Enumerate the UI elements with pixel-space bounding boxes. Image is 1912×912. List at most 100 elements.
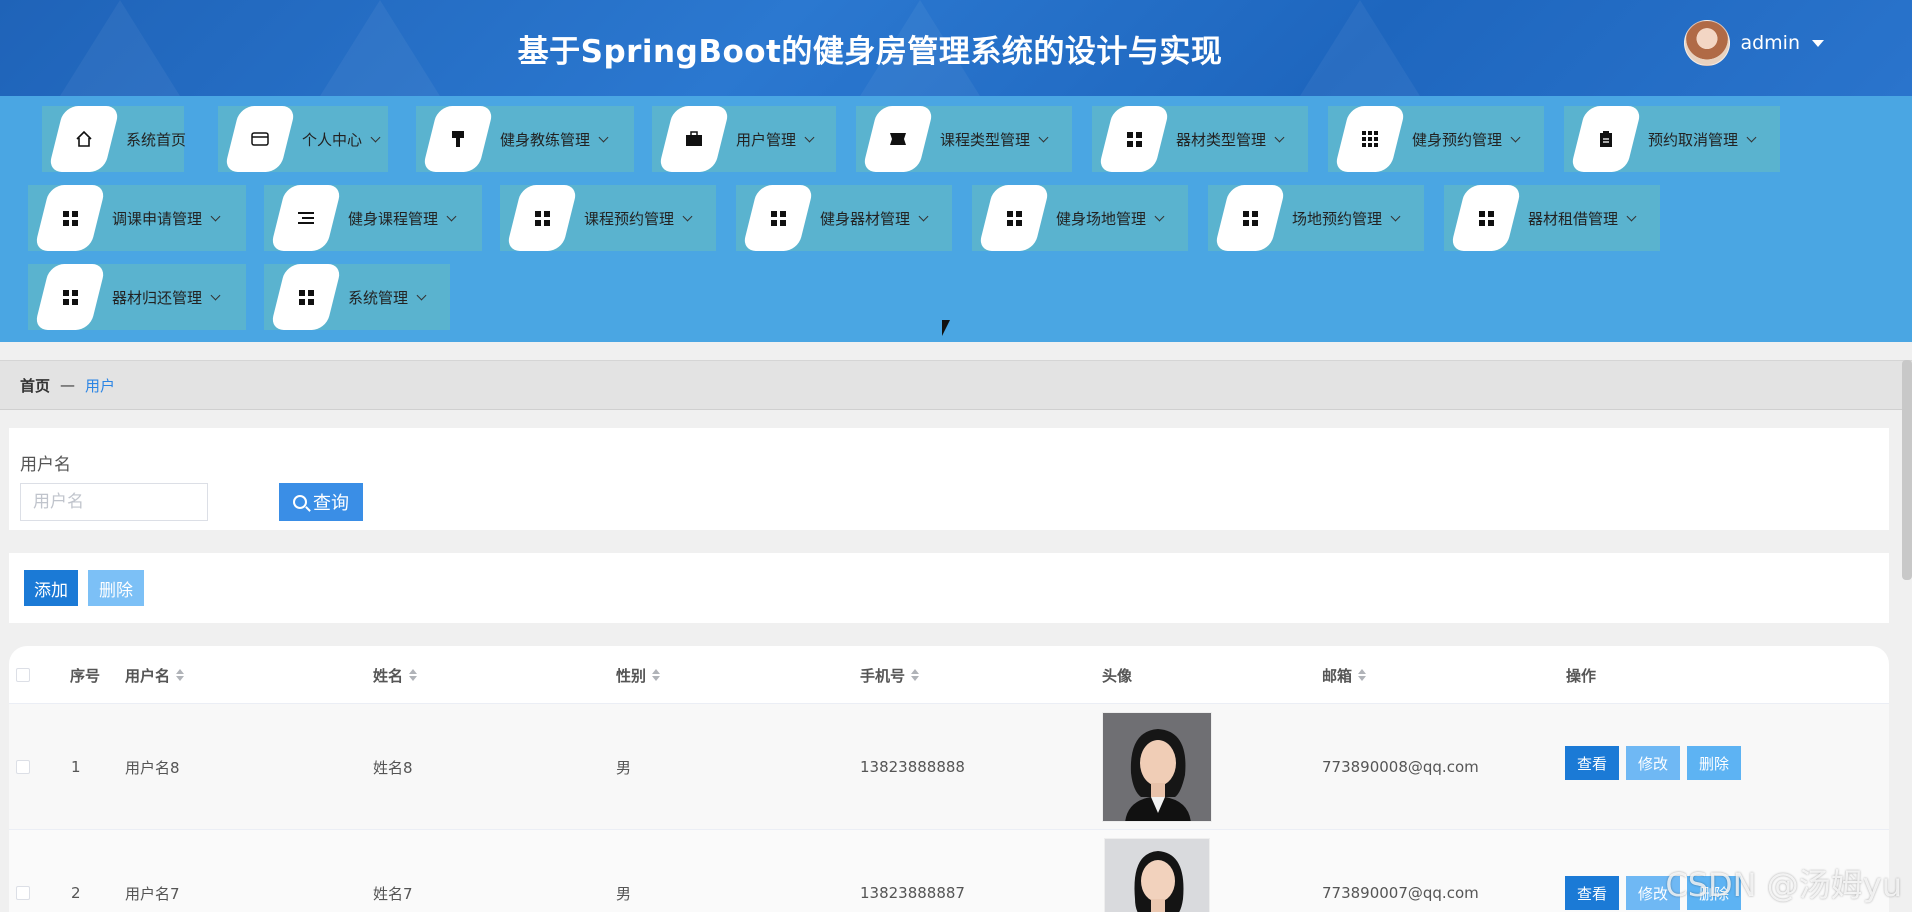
app-header: 基于SpringBoot的健身房管理系统的设计与实现 admin — [0, 0, 1912, 96]
cell-gender: 男 — [616, 758, 632, 777]
page-scrollbar[interactable] — [1902, 360, 1912, 580]
nav-item-venue-management[interactable]: 健身场地管理 — [972, 185, 1188, 251]
nav-item-equipment-type-management[interactable]: 器材类型管理 — [1092, 106, 1308, 172]
chevron-down-icon — [1510, 132, 1521, 142]
chevron-down-icon — [598, 132, 609, 142]
chevron-down-icon — [370, 132, 381, 142]
watermark: CSDN @汤姆yu — [1665, 866, 1902, 904]
cell-username: 用户名8 — [125, 758, 180, 777]
row-checkbox[interactable] — [16, 886, 30, 900]
chevron-down-icon — [682, 211, 693, 221]
nav-item-label: 个人中心 — [302, 130, 363, 149]
grid-icon — [1208, 185, 1292, 251]
nav-item-label: 健身教练管理 — [500, 130, 591, 149]
cell-phone: 13823888887 — [860, 884, 965, 902]
nav-item-course-booking-management[interactable]: 课程预约管理 — [500, 185, 716, 251]
nav-item-equipment-management[interactable]: 健身器材管理 — [736, 185, 952, 251]
user-avatar[interactable] — [1684, 20, 1731, 66]
breadcrumb-current: 用户 — [85, 376, 116, 395]
nav-item-fitness-booking-management[interactable]: 健身预约管理 — [1328, 106, 1544, 172]
add-button[interactable]: 添加 — [24, 570, 78, 606]
nav-item-label: 场地预约管理 — [1292, 209, 1383, 228]
sort-icon — [652, 669, 661, 681]
nav-item-venue-booking-management[interactable]: 场地预约管理 — [1208, 185, 1424, 251]
search-button[interactable]: 查询 — [279, 483, 363, 521]
search-button-label: 查询 — [313, 493, 349, 513]
edit-button[interactable]: 修改 — [1626, 746, 1681, 780]
nav-item-course-type-management[interactable]: 课程类型管理 — [856, 106, 1072, 172]
avatar-photo — [1102, 712, 1212, 822]
cell-gender: 男 — [616, 884, 632, 903]
search-icon — [293, 495, 307, 509]
nav-item-label: 用户管理 — [736, 130, 797, 149]
chevron-down-icon — [1154, 211, 1165, 221]
cell-email: 773890007@qq.com — [1322, 884, 1479, 902]
mouse-cursor-icon — [942, 320, 950, 336]
nav-item-label: 健身课程管理 — [348, 209, 439, 228]
row-checkbox[interactable] — [16, 760, 30, 774]
nav-item-reschedule-management[interactable]: 调课申请管理 — [28, 185, 246, 251]
nav-item-equipment-return-management[interactable]: 器材归还管理 — [28, 264, 246, 330]
breadcrumb-home[interactable]: 首页 — [20, 375, 50, 396]
cell-index: 2 — [71, 884, 81, 902]
sort-icon — [1358, 669, 1367, 681]
breadcrumb-separator: — — [60, 376, 76, 394]
nav-item-equipment-rental-management[interactable]: 器材租借管理 — [1444, 185, 1660, 251]
batch-delete-button[interactable]: 删除 — [88, 570, 144, 606]
chevron-down-icon — [210, 290, 221, 300]
column-phone[interactable]: 手机号 — [860, 646, 920, 704]
view-button[interactable]: 查看 — [1565, 876, 1620, 910]
wallet-icon — [218, 106, 302, 172]
chevron-down-icon — [416, 290, 427, 300]
username[interactable]: admin — [1740, 32, 1800, 54]
search-panel: 用户名 查询 — [9, 428, 1889, 530]
cell-name: 姓名7 — [373, 884, 413, 903]
nav-item-coach-management[interactable]: 健身教练管理 — [416, 106, 634, 172]
grid-icon — [28, 264, 112, 330]
chevron-down-icon — [210, 211, 221, 221]
nav-item-home[interactable]: 系统首页 — [42, 106, 187, 172]
select-all-checkbox[interactable] — [16, 668, 30, 682]
user-menu[interactable]: admin — [1684, 20, 1824, 66]
grid-icon — [1444, 185, 1528, 251]
username-search-input[interactable] — [20, 483, 208, 521]
cell-index: 1 — [71, 758, 81, 776]
nav-item-label: 健身场地管理 — [1056, 209, 1147, 228]
caret-down-icon[interactable] — [1812, 39, 1824, 47]
breadcrumb: 首页 — 用户 — [0, 360, 1912, 410]
cell-name: 姓名8 — [373, 758, 413, 777]
table-header: 序号 用户名 姓名 性别 手机号 头像 邮箱 操作 — [9, 646, 1889, 704]
user-table: 序号 用户名 姓名 性别 手机号 头像 邮箱 操作 1 用户名8 姓名8 男 1… — [9, 646, 1889, 912]
top-navigation: 系统首页 个人中心 健身教练管理 用户管理 课程类型管理 器材类型管理 健身预约… — [0, 96, 1912, 342]
view-button[interactable]: 查看 — [1565, 746, 1620, 780]
column-email[interactable]: 邮箱 — [1322, 646, 1367, 704]
chevron-down-icon — [804, 132, 815, 142]
nav-item-label: 预约取消管理 — [1648, 130, 1739, 149]
cell-email: 773890008@qq.com — [1322, 758, 1479, 776]
grid9-icon — [1328, 106, 1412, 172]
avatar-photo — [1104, 838, 1210, 912]
nav-item-label: 系统管理 — [348, 288, 409, 307]
nav-item-fitness-course-management[interactable]: 健身课程管理 — [264, 185, 482, 251]
column-name[interactable]: 姓名 — [373, 646, 418, 704]
nav-item-system-management[interactable]: 系统管理 — [264, 264, 450, 330]
nav-item-label: 系统首页 — [126, 130, 187, 149]
sort-icon — [176, 669, 185, 681]
nav-item-label: 调课申请管理 — [112, 209, 203, 228]
ticket-icon — [856, 106, 940, 172]
sort-icon — [409, 669, 418, 681]
app-title: 基于SpringBoot的健身房管理系统的设计与实现 — [517, 34, 1223, 70]
table-row: 2 用户名7 姓名7 男 13823888887 773890007@qq.co… — [9, 830, 1889, 912]
chevron-down-icon — [1746, 132, 1757, 142]
nav-item-label: 课程类型管理 — [940, 130, 1031, 149]
chevron-down-icon — [1390, 211, 1401, 221]
clipboard-icon — [1564, 106, 1648, 172]
nav-item-personal-center[interactable]: 个人中心 — [218, 106, 388, 172]
delete-button[interactable]: 删除 — [1687, 746, 1742, 780]
column-username[interactable]: 用户名 — [125, 646, 185, 704]
column-gender[interactable]: 性别 — [616, 646, 661, 704]
brush-icon — [416, 106, 500, 172]
nav-item-label: 课程预约管理 — [584, 209, 675, 228]
nav-item-user-management[interactable]: 用户管理 — [652, 106, 836, 172]
nav-item-booking-cancel-management[interactable]: 预约取消管理 — [1564, 106, 1780, 172]
